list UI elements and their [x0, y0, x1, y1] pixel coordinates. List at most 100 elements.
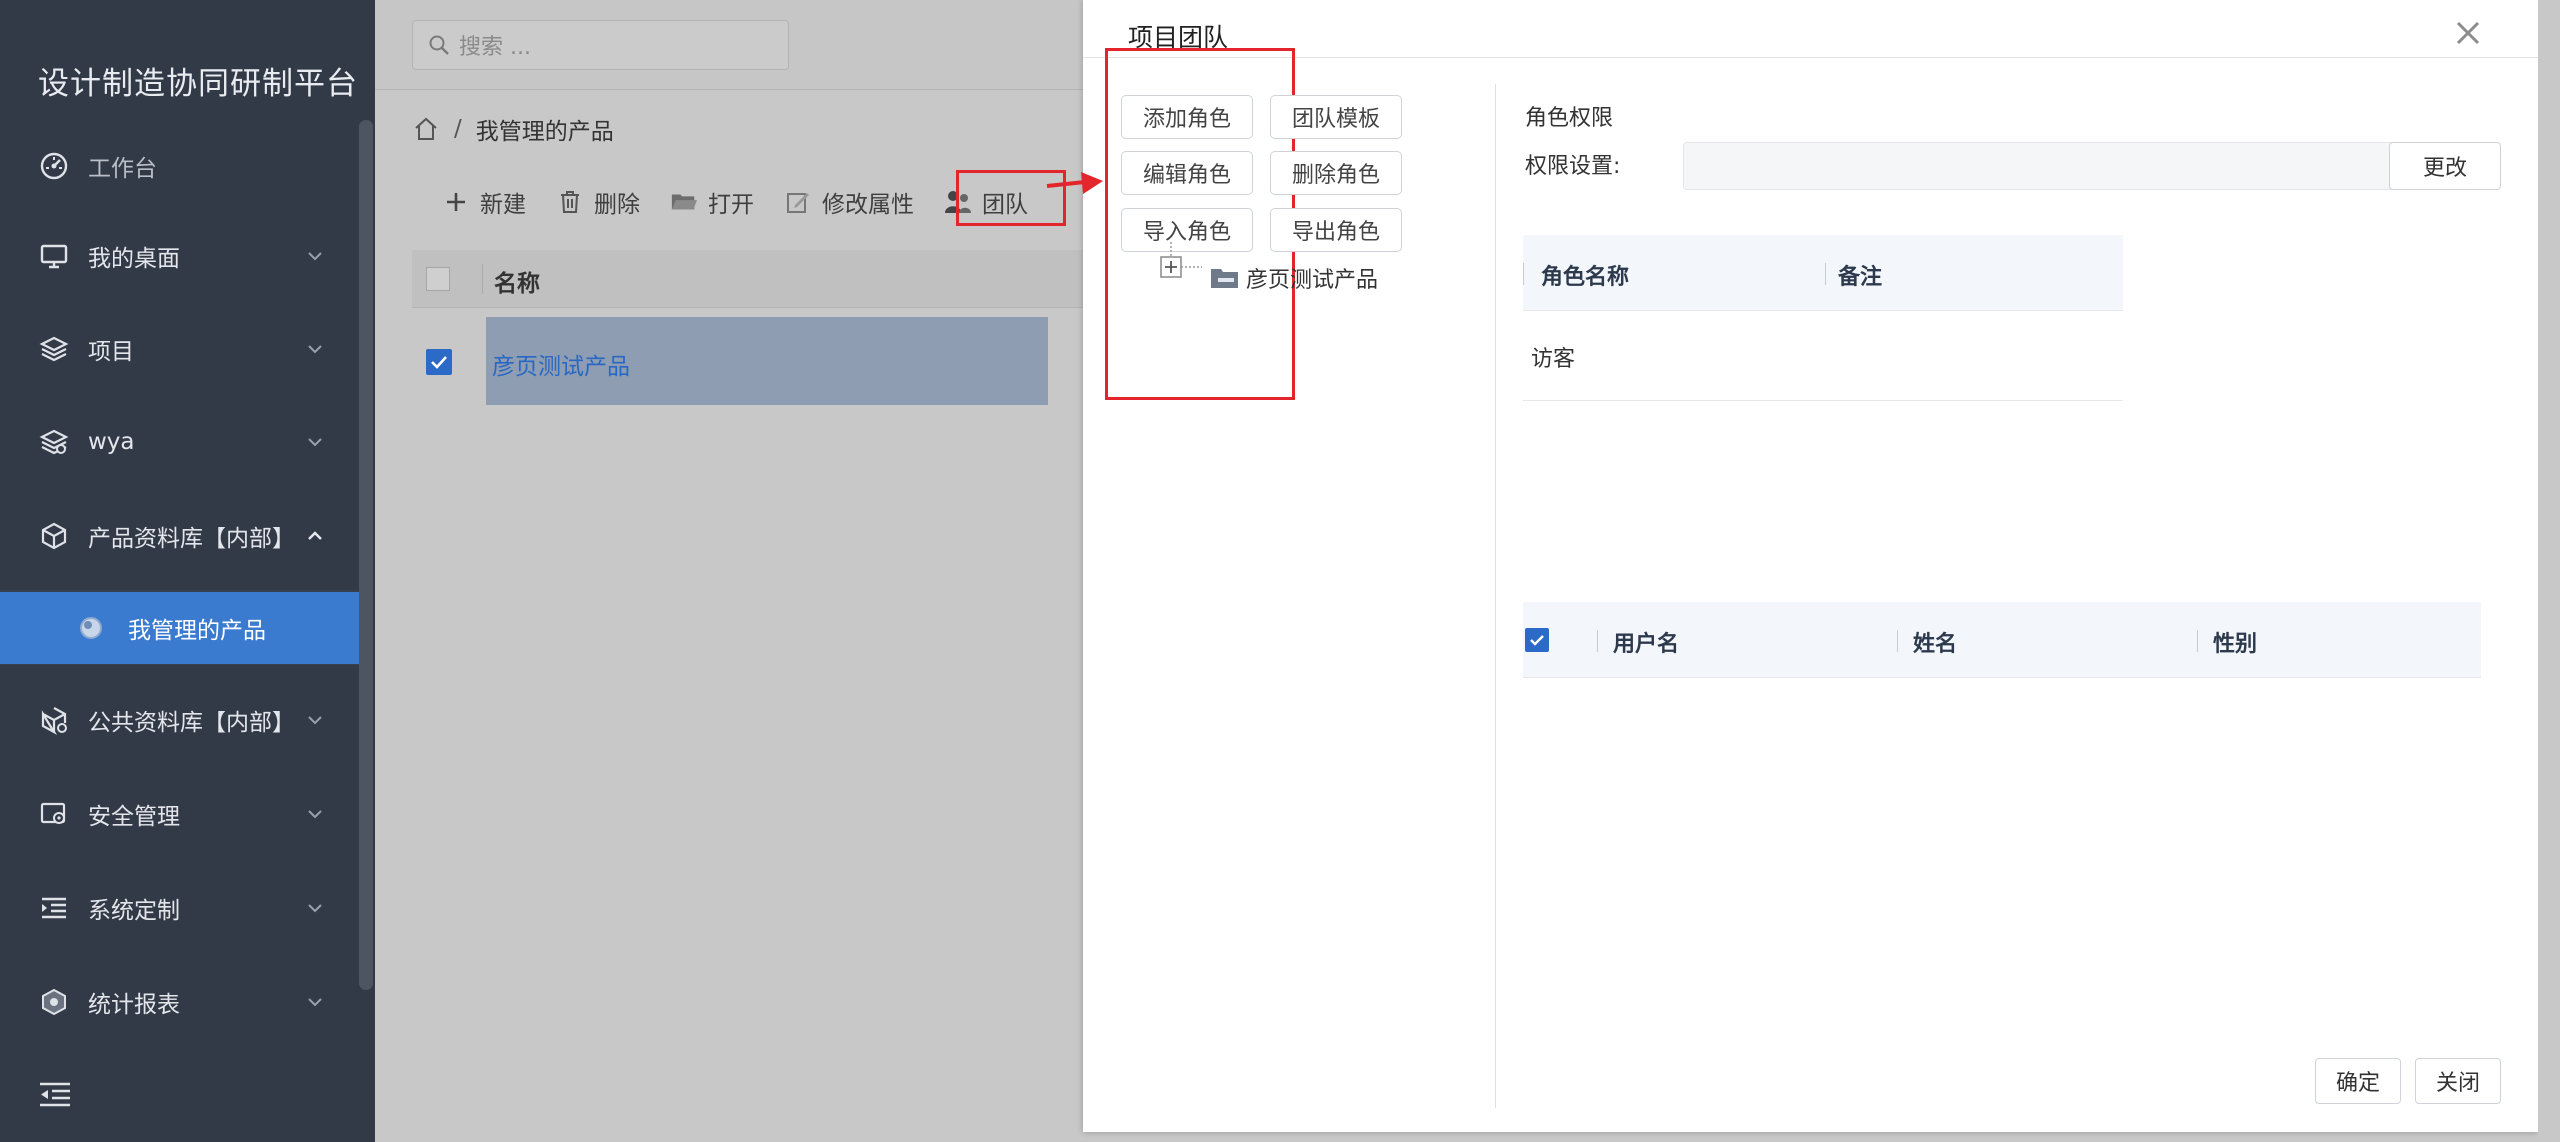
new-button[interactable]: 新建 [442, 185, 526, 219]
collapse-sidebar-icon[interactable] [38, 1080, 72, 1110]
sidebar-subitem-my-managed-products[interactable]: 我管理的产品 [0, 592, 360, 664]
edit-properties-button[interactable]: 修改属性 [784, 185, 914, 219]
column-header-full-name[interactable]: 姓名 [1913, 626, 1957, 658]
sidebar-scrollbar[interactable] [359, 120, 373, 990]
role-tree: 彦页测试产品 [1158, 242, 1378, 294]
sidebar-item-label: 我的桌面 [88, 246, 180, 272]
delete-button-label: 删除 [594, 192, 640, 218]
ok-button[interactable]: 确定 [2315, 1058, 2401, 1104]
sidebar-item-label: 统计报表 [88, 992, 180, 1018]
monitor-icon [38, 240, 70, 272]
new-button-label: 新建 [480, 192, 526, 218]
open-button-label: 打开 [708, 192, 754, 218]
sidebar-item-label: wya [88, 429, 135, 455]
chevron-down-icon [305, 432, 325, 452]
sidebar-item-wya[interactable]: wya [0, 412, 360, 472]
chevron-up-icon [305, 526, 325, 546]
sidebar-item-label: 系统定制 [88, 898, 180, 924]
edit-role-button[interactable]: 编辑角色 [1121, 151, 1253, 195]
permission-setting-field [1683, 142, 2411, 190]
export-role-button[interactable]: 导出角色 [1270, 208, 1402, 252]
role-permission-title: 角色权限 [1525, 106, 1614, 131]
table-row[interactable]: 访客 [1523, 311, 2123, 401]
sidebar-subitem-label: 我管理的产品 [128, 618, 266, 644]
sidebar-item-label: 公共资料库【内部】 [88, 710, 295, 736]
chevron-down-icon [305, 898, 325, 918]
column-divider [1523, 263, 1524, 285]
sidebar-item-reports[interactable]: 统计报表 [0, 972, 360, 1032]
trash-icon [556, 188, 584, 216]
app-title: 设计制造协同研制平台 [38, 66, 358, 102]
chevron-down-icon [305, 710, 325, 730]
sidebar-item-label: 项目 [88, 339, 134, 365]
sidebar-item-label: 安全管理 [88, 804, 180, 830]
close-icon[interactable] [2453, 18, 2483, 48]
role-table: 角色名称 备注 访客 [1523, 235, 2123, 401]
column-header-gender[interactable]: 性别 [2213, 626, 2257, 658]
toolbar: 新建 删除 打开 修改属性 团队 [412, 176, 1028, 228]
column-divider [1597, 630, 1598, 652]
column-header-note[interactable]: 备注 [1838, 259, 1882, 291]
edit-properties-label: 修改属性 [822, 192, 914, 218]
tree-expand-icon[interactable] [1158, 242, 1204, 292]
chevron-down-icon [305, 804, 325, 824]
annotation-arrow [1046, 172, 1103, 194]
select-all-checkbox[interactable] [426, 267, 450, 291]
panel-divider [1495, 84, 1496, 1108]
close-button[interactable]: 关闭 [2415, 1058, 2501, 1104]
role-name-cell: 访客 [1531, 347, 1576, 372]
home-icon[interactable] [412, 115, 440, 143]
plus-icon [442, 188, 470, 216]
column-divider [1825, 263, 1826, 285]
role-table-header: 角色名称 备注 [1523, 235, 2123, 311]
chevron-down-icon [305, 246, 325, 266]
search-input[interactable]: 搜索 ... [412, 20, 789, 70]
sidebar-item-label: 工作台 [88, 156, 157, 182]
search-icon [427, 33, 451, 57]
project-team-dialog: 项目团队 添加角色 团队模板 编辑角色 删除角色 导入角色 导出角色 彦页测试产… [1083, 0, 2538, 1132]
sidebar-item-my-desktop[interactable]: 我的桌面 [0, 226, 360, 286]
add-role-button[interactable]: 添加角色 [1121, 95, 1253, 139]
indent-list-icon [38, 892, 70, 924]
row-checkbox[interactable] [426, 349, 452, 375]
column-divider [482, 264, 483, 294]
breadcrumb-current: 我管理的产品 [475, 119, 614, 145]
select-all-users-checkbox[interactable] [1525, 628, 1549, 652]
edit-icon [784, 188, 812, 216]
sidebar: 设计制造协同研制平台 工作台 我的桌面 项目 wya 产品资料库【内部】 我管理… [0, 0, 375, 1142]
sidebar-item-security[interactable]: 安全管理 [0, 784, 360, 844]
layers-icon [38, 426, 70, 458]
sidebar-item-workbench[interactable]: 工作台 [0, 136, 360, 196]
team-template-button[interactable]: 团队模板 [1270, 95, 1402, 139]
column-header-name[interactable]: 名称 [494, 264, 540, 298]
column-divider [1897, 630, 1898, 652]
cube-icon [38, 520, 70, 552]
delete-button[interactable]: 删除 [556, 185, 640, 219]
column-divider [2197, 630, 2198, 652]
cube-gear-icon [38, 704, 70, 736]
monitor-gear-icon [38, 798, 70, 830]
chevron-down-icon [305, 339, 325, 359]
dashboard-icon [38, 150, 70, 182]
sidebar-item-project[interactable]: 项目 [0, 319, 360, 379]
row-name-link[interactable]: 彦页测试产品 [492, 347, 630, 381]
user-table-header: 用户名 姓名 性别 [1523, 602, 2481, 678]
delete-role-button[interactable]: 删除角色 [1270, 151, 1402, 195]
dialog-header: 项目团队 [1083, 0, 2538, 58]
hexagon-icon [38, 986, 70, 1018]
column-header-role-name[interactable]: 角色名称 [1541, 259, 1629, 291]
background-edge [2538, 0, 2560, 1142]
product-icon [78, 615, 104, 641]
sidebar-item-public-library[interactable]: 公共资料库【内部】 [0, 690, 360, 750]
tree-root-label[interactable]: 彦页测试产品 [1246, 262, 1378, 294]
permission-setting-label: 权限设置: [1525, 154, 1621, 179]
column-header-username[interactable]: 用户名 [1613, 626, 1679, 658]
sidebar-item-system-custom[interactable]: 系统定制 [0, 878, 360, 938]
layers-icon [38, 333, 70, 365]
breadcrumb: / 我管理的产品 [412, 112, 614, 146]
breadcrumb-separator: / [454, 116, 462, 142]
search-placeholder: 搜索 ... [459, 35, 531, 60]
open-button[interactable]: 打开 [670, 185, 754, 219]
sidebar-item-product-library[interactable]: 产品资料库【内部】 [0, 506, 360, 566]
change-button[interactable]: 更改 [2389, 142, 2501, 190]
